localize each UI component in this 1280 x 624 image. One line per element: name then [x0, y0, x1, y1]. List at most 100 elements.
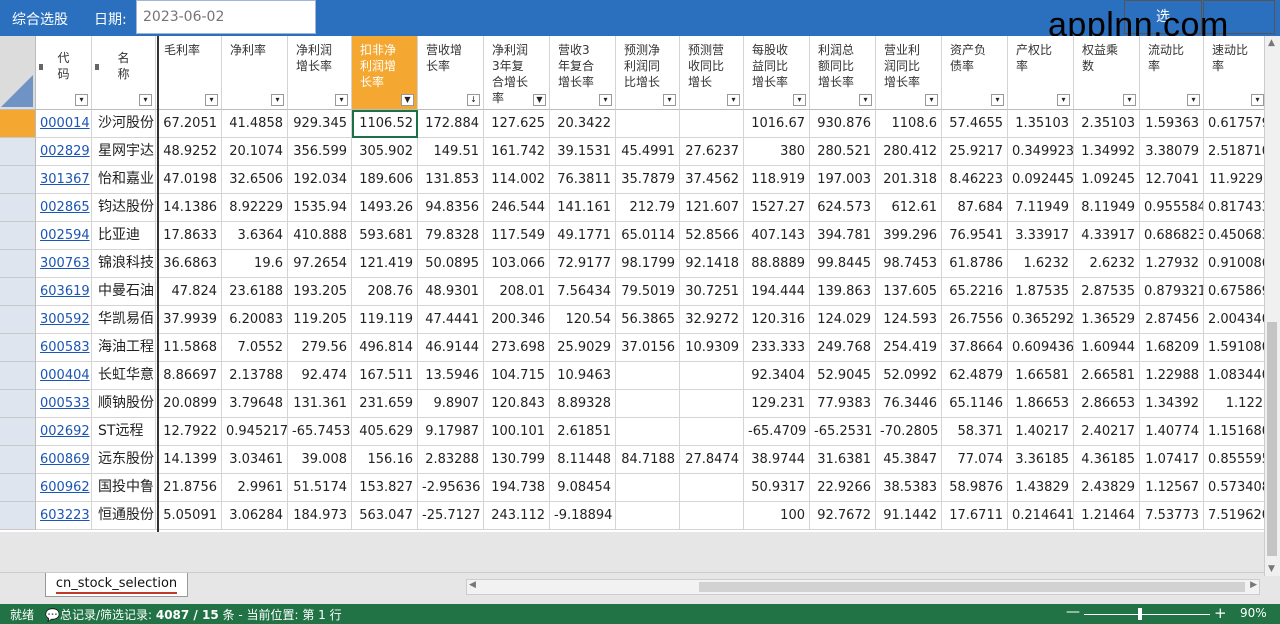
table-cell-tp_yoy[interactable]: 930.876: [810, 110, 876, 138]
column-header-debt_ratio[interactable]: 资产负 债率 ▾: [942, 36, 1008, 110]
table-cell-fc_np_yoy[interactable]: [616, 110, 680, 138]
table-cell-tp_yoy[interactable]: 139.863: [810, 278, 876, 306]
table-cell-rev_growth[interactable]: 9.17987: [418, 418, 484, 446]
table-cell-fc_rev_yoy[interactable]: [680, 390, 744, 418]
table-cell-rev_3y_cagr[interactable]: 20.3422: [550, 110, 616, 138]
stock-code-link[interactable]: 600962: [36, 474, 92, 502]
table-cell-np_3y_cagr[interactable]: 104.715: [484, 362, 550, 390]
column-header-eps_yoy[interactable]: 每股收 益同比 增长率 ▾: [744, 36, 810, 110]
table-cell-ded_np_growth[interactable]: 208.76: [352, 278, 418, 306]
table-cell-np_growth[interactable]: 92.474: [288, 362, 352, 390]
horizontal-scroll-thumb[interactable]: [699, 582, 1245, 592]
table-cell-op_yoy[interactable]: 91.1442: [876, 502, 942, 530]
table-cell-equity_ratio[interactable]: 1.43829: [1008, 474, 1074, 502]
table-cell-np_growth[interactable]: 279.56: [288, 334, 352, 362]
table-cell-current_ratio[interactable]: 12.7041: [1140, 166, 1204, 194]
table-cell-fc_rev_yoy[interactable]: 52.8566: [680, 222, 744, 250]
table-cell-tp_yoy[interactable]: -65.2531: [810, 418, 876, 446]
column-header-quick_ratio[interactable]: 速动比 率 ▾: [1204, 36, 1264, 110]
column-header-np_growth[interactable]: 净利润 增长率 ▾: [288, 36, 352, 110]
column-header-tp_yoy[interactable]: 利润总 额同比 增长率 ▾: [810, 36, 876, 110]
column-header-net_margin[interactable]: 净利率 ▾: [222, 36, 288, 110]
table-cell-net_margin[interactable]: 32.6506: [222, 166, 288, 194]
filter-dropdown-icon[interactable]: ▾: [663, 94, 676, 106]
row-header[interactable]: [0, 502, 36, 530]
table-cell-fc_np_yoy[interactable]: 37.0156: [616, 334, 680, 362]
filter-dropdown-icon[interactable]: ▾: [271, 94, 284, 106]
table-cell-fc_rev_yoy[interactable]: 27.8474: [680, 446, 744, 474]
table-cell-current_ratio[interactable]: 0.686823: [1140, 222, 1204, 250]
table-cell-np_growth[interactable]: 356.599: [288, 138, 352, 166]
horizontal-scrollbar[interactable]: ◀ ▶: [466, 579, 1260, 595]
table-cell-op_yoy[interactable]: 280.412: [876, 138, 942, 166]
table-cell-gross_margin[interactable]: 8.86697: [156, 362, 222, 390]
table-cell-np_growth[interactable]: 97.2654: [288, 250, 352, 278]
vertical-scrollbar[interactable]: ▲ ▼: [1264, 36, 1280, 576]
column-header-np_3y_cagr[interactable]: 净利润 3年复 合增长 率 ▼: [484, 36, 550, 110]
stock-code-link[interactable]: 603619: [36, 278, 92, 306]
filter-dropdown-icon[interactable]: ▾: [75, 94, 88, 106]
table-cell-tp_yoy[interactable]: 197.003: [810, 166, 876, 194]
table-cell-fc_rev_yoy[interactable]: 121.607: [680, 194, 744, 222]
table-cell-gross_margin[interactable]: 48.9252: [156, 138, 222, 166]
table-cell-rev_growth[interactable]: -25.7127: [418, 502, 484, 530]
table-cell-np_growth[interactable]: -65.7453: [288, 418, 352, 446]
table-cell-debt_ratio[interactable]: 65.1146: [942, 390, 1008, 418]
date-input[interactable]: [136, 0, 316, 34]
filter-dropdown-icon[interactable]: ▾: [335, 94, 348, 106]
table-cell-current_ratio[interactable]: 0.955584: [1140, 194, 1204, 222]
table-cell-fc_rev_yoy[interactable]: 10.9309: [680, 334, 744, 362]
table-cell-fc_rev_yoy[interactable]: 37.4562: [680, 166, 744, 194]
table-cell-np_growth[interactable]: 193.205: [288, 278, 352, 306]
table-cell-op_yoy[interactable]: 45.3847: [876, 446, 942, 474]
table-cell-fc_rev_yoy[interactable]: 92.1418: [680, 250, 744, 278]
stock-name-cell[interactable]: 顺钠股份: [92, 390, 156, 418]
table-cell-equity_ratio[interactable]: 1.40217: [1008, 418, 1074, 446]
table-cell-net_margin[interactable]: 41.4858: [222, 110, 288, 138]
table-cell-rev_3y_cagr[interactable]: 2.61851: [550, 418, 616, 446]
filter-dropdown-icon[interactable]: ▾: [859, 94, 872, 106]
table-cell-eps_yoy[interactable]: 38.9744: [744, 446, 810, 474]
table-cell-ded_np_growth[interactable]: 167.511: [352, 362, 418, 390]
table-cell-fc_np_yoy[interactable]: [616, 390, 680, 418]
table-cell-gross_margin[interactable]: 67.2051: [156, 110, 222, 138]
table-cell-fc_np_yoy[interactable]: [616, 474, 680, 502]
table-cell-tp_yoy[interactable]: 22.9266: [810, 474, 876, 502]
column-header-name[interactable]: 名 称 ▾: [92, 36, 156, 110]
table-cell-rev_growth[interactable]: 50.0895: [418, 250, 484, 278]
table-cell-equity_ratio[interactable]: 0.092445: [1008, 166, 1074, 194]
table-cell-equity_mult[interactable]: 2.40217: [1074, 418, 1140, 446]
table-cell-equity_mult[interactable]: 1.09245: [1074, 166, 1140, 194]
table-cell-eps_yoy[interactable]: 100: [744, 502, 810, 530]
table-cell-rev_3y_cagr[interactable]: 9.08454: [550, 474, 616, 502]
table-cell-eps_yoy[interactable]: 92.3404: [744, 362, 810, 390]
table-cell-fc_rev_yoy[interactable]: 30.7251: [680, 278, 744, 306]
table-cell-fc_np_yoy[interactable]: [616, 362, 680, 390]
table-cell-equity_ratio[interactable]: 1.6232: [1008, 250, 1074, 278]
table-cell-quick_ratio[interactable]: 2.004340: [1204, 306, 1264, 334]
table-cell-rev_3y_cagr[interactable]: 39.1531: [550, 138, 616, 166]
column-header-ded_np_growth[interactable]: 扣非净 利润增 长率 ▼: [352, 36, 418, 110]
table-cell-tp_yoy[interactable]: 99.8445: [810, 250, 876, 278]
table-cell-quick_ratio[interactable]: 0.617579: [1204, 110, 1264, 138]
table-cell-op_yoy[interactable]: 612.61: [876, 194, 942, 222]
table-cell-rev_3y_cagr[interactable]: 49.1771: [550, 222, 616, 250]
filter-dropdown-icon[interactable]: ▾: [1251, 94, 1264, 106]
table-cell-gross_margin[interactable]: 20.0899: [156, 390, 222, 418]
table-cell-quick_ratio[interactable]: 1.591080: [1204, 334, 1264, 362]
stock-name-cell[interactable]: 远东股份: [92, 446, 156, 474]
table-cell-quick_ratio[interactable]: 11.9229: [1204, 166, 1264, 194]
table-cell-net_margin[interactable]: 3.06284: [222, 502, 288, 530]
table-cell-gross_margin[interactable]: 21.8756: [156, 474, 222, 502]
row-header[interactable]: [0, 390, 36, 418]
table-cell-fc_rev_yoy[interactable]: 32.9272: [680, 306, 744, 334]
filter-dropdown-icon[interactable]: ▾: [139, 94, 152, 106]
table-cell-quick_ratio[interactable]: 0.817433: [1204, 194, 1264, 222]
table-cell-np_3y_cagr[interactable]: 103.066: [484, 250, 550, 278]
table-cell-fc_rev_yoy[interactable]: [680, 362, 744, 390]
table-cell-equity_ratio[interactable]: 1.35103: [1008, 110, 1074, 138]
table-cell-op_yoy[interactable]: 1108.6: [876, 110, 942, 138]
table-cell-op_yoy[interactable]: -70.2805: [876, 418, 942, 446]
row-header[interactable]: [0, 306, 36, 334]
table-cell-rev_growth[interactable]: -2.95636: [418, 474, 484, 502]
